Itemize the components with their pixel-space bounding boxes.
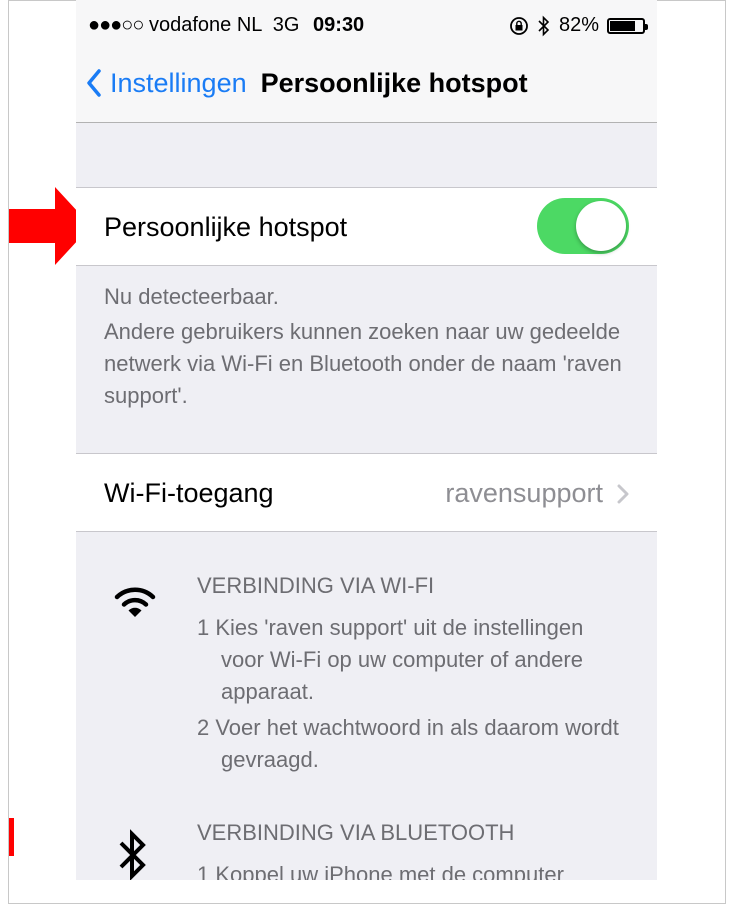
wifi-step-1: 1 Kies 'raven support' uit de instelling… bbox=[197, 615, 584, 704]
hotspot-toggle[interactable] bbox=[537, 198, 629, 254]
rotation-lock-icon bbox=[510, 16, 528, 35]
wifi-instructions-heading: VERBINDING VIA WI-FI bbox=[197, 573, 435, 598]
battery-icon bbox=[607, 17, 648, 34]
navigation-bar: Instellingen Persoonlijke hotspot bbox=[86, 60, 647, 106]
bluetooth-large-icon bbox=[119, 829, 146, 880]
hotspot-status-text: Nu detecteerbaar. bbox=[104, 284, 279, 309]
annotation-arrow-fragment bbox=[9, 818, 14, 856]
bluetooth-icon bbox=[538, 15, 550, 36]
battery-percent: 82% bbox=[558, 14, 599, 36]
page-title: Persoonlijke hotspot bbox=[260, 67, 528, 98]
back-label: Instellingen bbox=[110, 67, 247, 98]
phone-screen: ●●●○○ vodafone NL 3G 09:30 82% Instellin… bbox=[76, 0, 657, 880]
battery-fill bbox=[610, 20, 635, 31]
network-type: 3G bbox=[272, 14, 300, 36]
signal-strength: ●●●○○ bbox=[88, 14, 144, 36]
status-left: ●●●○○ vodafone NL 3G 09:30 bbox=[88, 14, 364, 37]
wifi-access-detail: ravensupport bbox=[445, 478, 629, 509]
carrier-name: vodafone NL bbox=[148, 14, 262, 36]
bluetooth-instructions: VERBINDING VIA BLUETOOTH 1 Koppel uw iPh… bbox=[76, 817, 657, 880]
hotspot-description: Andere gebruikers kunnen zoeken naar uw … bbox=[104, 319, 622, 408]
wifi-step-2: 2 Voer het wachtwoord in als daarom word… bbox=[197, 715, 619, 772]
bluetooth-instructions-heading: VERBINDING VIA BLUETOOTH bbox=[197, 820, 515, 845]
top-bar: ●●●○○ vodafone NL 3G 09:30 82% Instellin… bbox=[76, 0, 657, 123]
chevron-right-icon bbox=[617, 484, 629, 503]
hotspot-label: Persoonlijke hotspot bbox=[104, 212, 348, 242]
wifi-access-value: ravensupport bbox=[445, 478, 603, 508]
back-button[interactable]: Instellingen bbox=[86, 68, 247, 99]
hotspot-toggle-row: Persoonlijke hotspot bbox=[76, 187, 657, 266]
bluetooth-step-1: 1 Koppel uw iPhone met de computer bbox=[197, 862, 564, 880]
wifi-instructions: VERBINDING VIA WI-FI 1 Kies 'raven suppo… bbox=[76, 570, 657, 772]
wifi-icon bbox=[114, 587, 156, 617]
status-right: 82% bbox=[509, 14, 648, 37]
chevron-left-icon bbox=[87, 69, 101, 97]
status-time: 09:30 bbox=[313, 14, 365, 36]
wifi-access-row[interactable]: Wi-Fi-toegang ravensupport bbox=[76, 453, 657, 532]
toggle-knob bbox=[576, 201, 626, 251]
status-bar: ●●●○○ vodafone NL 3G 09:30 82% bbox=[88, 14, 648, 38]
wifi-access-label: Wi-Fi-toegang bbox=[104, 478, 274, 508]
